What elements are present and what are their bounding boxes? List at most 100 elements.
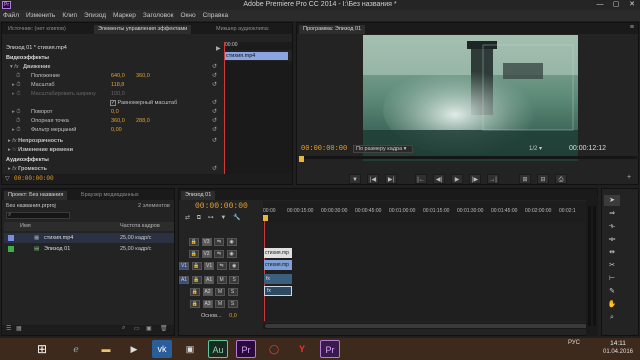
track-label-v3[interactable]: V3 [201,238,212,246]
clock-time[interactable]: 14:11 [600,340,636,347]
track-lock-icon[interactable]: 🔒 [190,300,200,308]
sync-lock-icon[interactable]: ⇋ [214,238,225,246]
icon-view-icon[interactable]: ▦ [16,325,22,332]
timeline-scroll-thumb[interactable] [265,324,591,328]
fit-dropdown[interactable]: По размеру кадра ▾ [353,145,413,153]
media-player-icon[interactable]: ▶ [124,340,144,358]
snap-icon[interactable]: ⇄ [185,215,190,221]
track-label-a3[interactable]: A3 [202,300,213,308]
timeline-timecode[interactable]: 00:00:00:00 [195,202,248,211]
label-color-swatch[interactable] [8,235,14,241]
eye-icon[interactable]: ◉ [226,250,237,258]
step-forward-button[interactable]: |▶ [469,174,481,184]
export-frame-button[interactable]: ⎙ [555,174,567,184]
effect-timecode[interactable]: 00:00:00:00 [14,175,54,182]
solo-button[interactable]: S [227,288,238,296]
clip-v1[interactable]: стиxия.mp [264,260,292,270]
reset-icon[interactable]: ↺ [212,126,217,133]
source-patch-a1[interactable]: A1 [179,276,189,284]
tab-program[interactable]: Программа: Эпизод 01 [299,25,366,34]
timeline-ruler[interactable]: 00:00 00:00:15:00 00:00:30:00 00:00:45:0… [263,201,597,223]
tab-effect-controls[interactable]: Элементы управления эффектами [94,25,192,34]
track-lock-icon[interactable]: 🔒 [189,238,199,246]
go-to-in-button[interactable]: |← [415,174,427,184]
tab-media-browser[interactable]: Браузер медиаданных [77,191,143,200]
column-name-header[interactable]: Имя [20,222,31,231]
minimize-button[interactable]: — [592,0,608,10]
hand-tool-icon[interactable]: ✋ [604,299,620,310]
razor-tool-icon[interactable]: ✂ [604,260,620,271]
lift-button[interactable]: ⊞ [519,174,531,184]
track-label-v1[interactable]: V1 [204,262,215,270]
reset-icon[interactable]: ↺ [212,108,217,115]
anchor-y-value[interactable]: 288,0 [136,117,150,125]
go-to-out-button[interactable]: →| [487,174,499,184]
clip-v2[interactable]: стиxия.mp [264,248,292,258]
reset-icon[interactable]: ↺ [212,72,217,79]
tab-source[interactable]: Источник: (нет клипов) [4,25,70,34]
track-select-tool-icon[interactable]: ⇒ [604,208,620,219]
resolution-dropdown[interactable]: 1/2 ▾ [529,145,542,152]
tab-sequence[interactable]: Эпизод 01 [181,191,216,200]
filter-icon[interactable]: ▽ [5,175,10,182]
menu-clip[interactable]: Клип [62,12,77,19]
tab-project[interactable]: Проект: Без названия [4,191,68,200]
reset-icon[interactable]: ↺ [212,165,217,172]
maximize-button[interactable]: ▢ [608,0,624,10]
clip-a2[interactable]: fx [264,286,292,296]
play-triangle-icon[interactable]: ▶ [216,45,221,52]
label-color-swatch[interactable] [8,246,14,252]
column-fps-header[interactable]: Частота кадров [120,222,160,231]
anchor-x-value[interactable]: 360,0 [111,117,125,125]
premiere-active-icon[interactable]: Pr [320,340,340,358]
extract-button[interactable]: ⊟ [537,174,549,184]
track-label-a2[interactable]: A2 [202,288,213,296]
sync-lock-icon[interactable]: ⇋ [214,250,225,258]
folder-icon[interactable]: ▬ [96,340,116,358]
track-lock-icon[interactable]: 🔒 [190,288,200,296]
time-remap-row[interactable]: ▸ fx Изменение времени [8,146,298,154]
motion-row[interactable]: ▾ fx Движение [10,63,300,71]
program-scrub-bar[interactable] [299,156,637,159]
eye-icon[interactable]: ◉ [229,262,240,270]
windows-icon[interactable]: ⊞ [32,340,52,358]
slip-tool-icon[interactable]: ⊢ [604,273,620,284]
project-row[interactable]: ▦ стиxия.mp4 25,00 кадр/с [4,233,174,243]
reset-icon[interactable]: ↺ [212,63,217,70]
master-volume-value[interactable]: 0,0 [229,313,237,319]
audition-icon[interactable]: Au [208,340,228,358]
menu-file[interactable]: Файл [3,12,19,19]
mute-button[interactable]: M [215,288,226,296]
project-row[interactable]: ▤ Эпизод 01 25,00 кадр/с [4,244,174,254]
nest-icon[interactable]: ⧉ [197,215,201,221]
menu-sequence[interactable]: Эпизод [84,12,106,19]
step-back-button[interactable]: ◀| [433,174,445,184]
source-patch-v1[interactable]: V1 [179,262,189,270]
premiere-icon[interactable]: Pr [236,340,256,358]
new-item-icon[interactable]: ▣ [146,325,152,332]
track-label-a1[interactable]: A1 [204,276,215,284]
program-timecode[interactable]: 00:00:00:00 [301,145,347,153]
mute-button[interactable]: M [215,300,226,308]
uniform-scale-checkbox[interactable]: ✓ [110,100,116,106]
pen-tool-icon[interactable]: ✎ [604,286,620,297]
flicker-value[interactable]: 0,00 [111,126,122,134]
list-view-icon[interactable]: ☰ [6,325,11,332]
delete-icon[interactable]: 🗑 [160,325,168,332]
eye-icon[interactable]: ◉ [226,238,237,246]
track-lock-icon[interactable]: 🔒 [189,250,199,258]
timeline-scrollbar[interactable] [263,323,593,329]
reset-icon[interactable]: ↺ [212,81,217,88]
menu-edit[interactable]: Изменить [26,12,55,19]
play-button[interactable]: ▶ [451,174,463,184]
keyboard-language[interactable]: РУС [568,340,580,346]
timeline-playhead-line[interactable] [264,221,265,321]
clip-a1[interactable]: fx [264,274,292,284]
add-button-icon[interactable]: + [627,174,631,181]
solo-button[interactable]: S [229,276,240,284]
mark-out-button[interactable]: ▶| [385,174,397,184]
opacity-row[interactable]: ▸ fx Непрозрачность [8,137,298,145]
new-bin-icon[interactable]: ▭ [134,325,140,332]
menu-help[interactable]: Справка [203,12,229,19]
selection-tool-icon[interactable]: ➤ [604,195,620,206]
